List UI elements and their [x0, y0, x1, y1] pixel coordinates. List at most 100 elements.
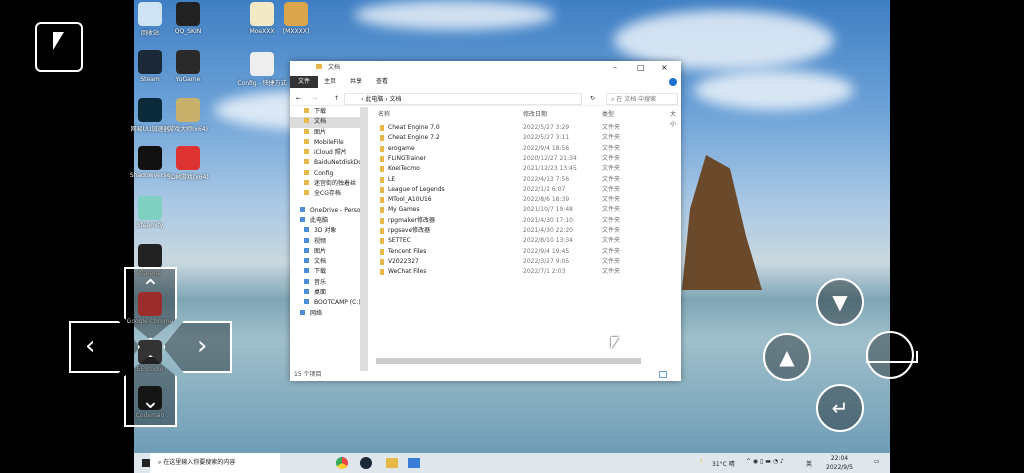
sidebar-item[interactable]: Config [290, 169, 367, 179]
file-row[interactable]: WeChat Files 2022/7/1 2:03 文件夹 [376, 267, 666, 277]
file-date: 2022/1/2 6:07 [523, 185, 566, 193]
horizontal-scrollbar[interactable] [376, 358, 641, 364]
file-type: 文件夹 [602, 237, 621, 245]
mail-taskbar-icon[interactable] [408, 458, 420, 468]
breadcrumb-this-pc[interactable]: 此电脑 [365, 96, 383, 103]
nav-item[interactable]: 图片 [290, 247, 367, 257]
column-date[interactable]: 修改日期 [523, 110, 547, 120]
nav-item[interactable]: 下载 [290, 267, 367, 277]
file-row[interactable]: Tencent Files 2022/9/4 19:45 文件夹 [376, 247, 666, 257]
file-row[interactable]: rpgmaker修改器 2021/4/30 17:10 文件夹 [376, 216, 666, 226]
weather-text[interactable]: 31°C 晴 [712, 459, 735, 468]
file-row[interactable]: Cheat Engine 7.0 2022/5/27 3:29 文件夹 [376, 123, 666, 133]
breadcrumb-documents[interactable]: 文档 [390, 96, 402, 103]
nav-item[interactable]: 网络 [290, 309, 367, 319]
file-row[interactable]: LE 2022/4/13 7:56 文件夹 [376, 175, 666, 185]
nav-item[interactable]: 视频 [290, 237, 367, 247]
sidebar-item[interactable]: BaiduNetdiskDownload [290, 158, 367, 168]
maximize-button[interactable]: □ [637, 63, 645, 73]
app-icon [176, 50, 200, 74]
sidebar-item-label: 文档 [314, 118, 327, 126]
tab-view[interactable]: 查看 [376, 76, 388, 88]
file-row[interactable]: Cheat Engine 7.2 2022/5/27 3:11 文件夹 [376, 133, 666, 143]
file-row[interactable]: MTool_A10U16 2022/8/6 18:39 文件夹 [376, 195, 666, 205]
mouse-mode-button[interactable] [35, 22, 83, 72]
sidebar-item[interactable]: 全CG存档 [290, 189, 367, 199]
sidebar-item[interactable]: MobileFile [290, 138, 367, 148]
close-button[interactable]: × [661, 63, 668, 73]
tab-file[interactable]: 文件 [290, 76, 318, 88]
search-input[interactable]: ⌕ 在 文档 中搜索 [606, 93, 678, 105]
sidebar-item[interactable]: 下载 [290, 107, 367, 117]
desktop-icon[interactable]: Config - 快捷方式 [236, 52, 288, 87]
start-button-windows-icon[interactable] [142, 459, 150, 467]
nav-item[interactable]: 桌面 [290, 288, 367, 298]
app-icon [176, 2, 200, 26]
file-row[interactable]: erogame 2022/9/4 18:56 文件夹 [376, 144, 666, 154]
desktop-icon[interactable]: [MXXXX] [270, 2, 322, 35]
title-bar: 文档 [294, 63, 340, 73]
search-placeholder: 在这里输入你要搜索的内容 [163, 459, 236, 466]
tab-share[interactable]: 共享 [350, 76, 362, 88]
app-icon [250, 52, 274, 76]
ime-indicator[interactable]: 英 [806, 459, 812, 468]
file-row[interactable]: FLiNGTrainer 2020/12/27 21:34 文件夹 [376, 154, 666, 164]
steam-taskbar-icon[interactable] [360, 457, 372, 469]
app-icon [176, 146, 200, 170]
nav-item[interactable]: 文档 [290, 257, 367, 267]
taskbar-search-input[interactable]: ⌕ 在这里输入你要搜索的内容 [150, 453, 280, 473]
column-size[interactable]: 大小 [670, 110, 676, 130]
nav-item[interactable]: 此电脑 [290, 216, 367, 226]
folder-icon [380, 135, 384, 142]
up-button[interactable]: ↑ [334, 92, 339, 106]
sidebar-item[interactable]: 迷宫街的独着丝 [290, 179, 367, 189]
explorer-taskbar-icon[interactable] [386, 458, 398, 468]
clock[interactable]: 22:04 2022/9/5 [826, 454, 853, 472]
column-name[interactable]: 名称 [378, 110, 390, 120]
nav-item[interactable]: BOOTCAMP (C:) [290, 298, 367, 308]
forward-button[interactable]: → [312, 92, 317, 106]
desktop-icon[interactable]: 3DM游戏(x64) [162, 146, 214, 181]
file-type: 文件夹 [602, 134, 621, 142]
file-row[interactable]: League of Legends 2022/1/2 6:07 文件夹 [376, 185, 666, 195]
minimize-button[interactable]: – [613, 63, 617, 73]
sidebar-item[interactable]: 文档 [290, 117, 367, 128]
nav-item[interactable]: 音乐 [290, 278, 367, 288]
desktop-icon[interactable]: 游戏大师(x64) [162, 98, 214, 133]
file-row[interactable]: rpgsave修改器 2021/4/30 22:20 文件夹 [376, 226, 666, 236]
space-bar-icon [866, 351, 918, 363]
back-button[interactable]: ← [296, 92, 301, 106]
status-bar-item-count: 15 个项目 [294, 371, 322, 378]
address-bar[interactable]: › 此电脑 › 文档 [344, 93, 582, 105]
folder-icon [304, 138, 309, 144]
desktop-icon[interactable]: QQ_SKIN [162, 2, 214, 35]
enter-button[interactable]: ↵ [816, 384, 864, 432]
sidebar-item[interactable]: iCloud 照片 [290, 148, 367, 158]
up-button[interactable]: ▲ [763, 333, 811, 381]
space-button[interactable] [866, 331, 918, 379]
notification-icon[interactable]: ▭ [874, 458, 880, 465]
desktop-icon[interactable]: Steamify [124, 196, 176, 229]
tab-home[interactable]: 主页 [324, 76, 336, 88]
tray-icons[interactable]: ^ ◉ ▯ ▬ ◔ ♪ [746, 458, 784, 465]
file-name: KoeiTecmo [388, 165, 420, 173]
sidebar-item[interactable]: 图片 [290, 128, 367, 138]
chrome-taskbar-icon[interactable] [336, 457, 348, 469]
desktop-icon[interactable]: YuGame [162, 50, 214, 83]
nav-item-label: 下载 [314, 268, 327, 276]
file-row[interactable]: SETTEC 2022/8/10 13:34 文件夹 [376, 236, 666, 246]
nav-item[interactable]: 3D 对象 [290, 226, 367, 236]
down-button[interactable]: ▼ [816, 278, 864, 326]
file-row[interactable]: KoeiTecmo 2021/12/23 13:45 文件夹 [376, 164, 666, 174]
help-icon[interactable] [669, 78, 677, 86]
file-date: 2021/12/23 13:45 [523, 165, 577, 173]
file-row[interactable]: My Games 2021/10/7 19:48 文件夹 [376, 205, 666, 215]
sidebar-scrollbar[interactable] [360, 107, 368, 371]
column-type[interactable]: 类型 [602, 110, 614, 120]
file-row[interactable]: V2022327 2022/3/27 9:05 文件夹 [376, 257, 666, 267]
nav-item[interactable]: OneDrive - Personal [290, 206, 367, 216]
file-date: 2022/8/10 13:34 [523, 237, 573, 245]
refresh-button[interactable]: ↻ [590, 92, 595, 106]
nav-icon [300, 206, 305, 212]
details-view-button[interactable] [659, 371, 667, 378]
